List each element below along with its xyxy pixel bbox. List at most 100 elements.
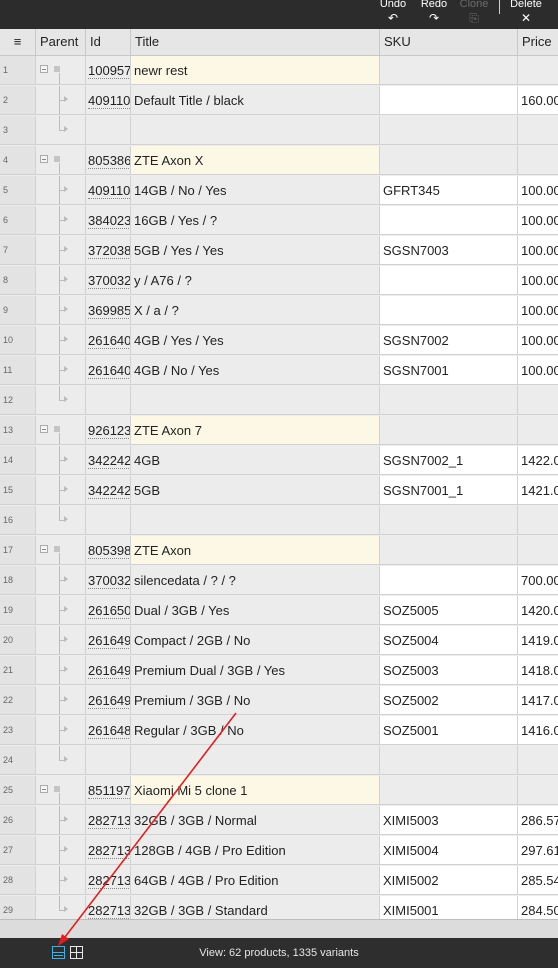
title-cell[interactable] <box>131 116 380 145</box>
id-cell[interactable]: 261640 <box>86 326 131 355</box>
parent-tree-cell[interactable] <box>36 746 86 775</box>
parent-tree-cell[interactable] <box>36 896 86 920</box>
parent-tree-cell[interactable] <box>36 296 86 325</box>
id-cell[interactable]: 805398 <box>86 536 131 565</box>
table-row[interactable]: 12 <box>0 386 558 416</box>
table-row[interactable]: 2 409110 Default Title / black 160.00 <box>0 86 558 116</box>
id-cell[interactable]: 370032 <box>86 566 131 595</box>
parent-tree-cell[interactable] <box>36 266 86 295</box>
title-cell[interactable]: ZTE Axon X <box>131 146 380 175</box>
table-row[interactable]: 14 3422424GBSGSN7002_11422.00 <box>0 446 558 476</box>
title-cell[interactable]: 32GB / 3GB / Standard <box>131 896 380 920</box>
column-header-price[interactable]: Price <box>518 29 558 55</box>
id-cell[interactable] <box>86 386 131 415</box>
parent-tree-cell[interactable] <box>36 386 86 415</box>
sku-cell[interactable] <box>380 386 518 415</box>
table-row[interactable]: 21 261649 Premium Dual / 3GB / Yes SOZ5003 1… <box>0 656 558 686</box>
parent-tree-cell[interactable] <box>36 656 86 685</box>
sku-cell[interactable]: SGSN7001 <box>380 356 518 385</box>
id-cell[interactable]: 261649 <box>86 626 131 655</box>
column-menu-icon[interactable]: ≡ <box>0 29 36 55</box>
table-row[interactable]: 10 261640 4GB / Yes / Yes SGSN7002 100.00 <box>0 326 558 356</box>
sku-cell[interactable]: SGSN7003 <box>380 236 518 265</box>
price-cell[interactable]: 100.00 <box>518 356 558 385</box>
price-cell[interactable]: 285.54 <box>518 866 558 895</box>
price-cell[interactable]: 284.50 <box>518 896 558 920</box>
price-cell[interactable]: 700.00 <box>518 566 558 595</box>
price-cell[interactable]: 1419.00 <box>518 626 558 655</box>
sku-cell[interactable]: XIMI5001 <box>380 896 518 920</box>
table-row[interactable]: 18 370032 silencedata / ? / ? 700.00 <box>0 566 558 596</box>
table-row[interactable]: 29 282713 32GB / 3GB / Standard XIMI5001 284… <box>0 896 558 920</box>
title-cell[interactable]: 4GB <box>131 446 380 475</box>
title-cell[interactable]: y / A76 / ? <box>131 266 380 295</box>
table-row[interactable]: 22 261649Premium / 3GB / NoSOZ50021417.00 <box>0 686 558 716</box>
undo-button[interactable]: Undo ↶ <box>376 0 410 29</box>
column-header-parent[interactable]: Parent <box>36 29 86 55</box>
table-row[interactable]: 19 261650Dual / 3GB / YesSOZ50051420.00 <box>0 596 558 626</box>
sku-cell[interactable]: XIMI5003 <box>380 806 518 835</box>
id-cell[interactable] <box>86 746 131 775</box>
sku-cell[interactable] <box>380 86 518 115</box>
id-cell[interactable]: 369985 <box>86 296 131 325</box>
clone-button[interactable]: Clone ⎘ <box>456 0 492 29</box>
price-cell[interactable] <box>518 386 558 415</box>
title-cell[interactable]: newr rest <box>131 56 380 85</box>
parent-tree-cell[interactable] <box>36 356 86 385</box>
table-row[interactable]: 26 282713 32GB / 3GB / Normal XIMI5003 286.5… <box>0 806 558 836</box>
id-cell[interactable]: 926123 <box>86 416 131 445</box>
title-cell[interactable]: ZTE Axon 7 <box>131 416 380 445</box>
title-cell[interactable]: Default Title / black <box>131 86 380 115</box>
price-cell[interactable]: 100.00 <box>518 236 558 265</box>
id-cell[interactable]: 342242 <box>86 476 131 505</box>
id-cell[interactable]: 261649 <box>86 686 131 715</box>
parent-tree-cell[interactable] <box>36 866 86 895</box>
parent-tree-cell[interactable] <box>36 566 86 595</box>
sku-cell[interactable]: SOZ5003 <box>380 656 518 685</box>
parent-tree-cell[interactable] <box>36 626 86 655</box>
sku-cell[interactable] <box>380 746 518 775</box>
price-cell[interactable]: 286.57 <box>518 806 558 835</box>
price-cell[interactable]: 1421.00 <box>518 476 558 505</box>
title-cell[interactable]: Dual / 3GB / Yes <box>131 596 380 625</box>
parent-tree-cell[interactable] <box>36 86 86 115</box>
id-cell[interactable]: 282713 <box>86 866 131 895</box>
id-cell[interactable]: 261640 <box>86 356 131 385</box>
table-row[interactable]: 28 282713 64GB / 4GB / Pro Edition XIMI5002… <box>0 866 558 896</box>
sku-cell[interactable] <box>380 206 518 235</box>
id-cell[interactable]: 100957 <box>86 56 131 85</box>
title-cell[interactable]: Premium / 3GB / No <box>131 686 380 715</box>
sku-cell[interactable] <box>380 56 518 85</box>
title-cell[interactable]: 5GB / Yes / Yes <box>131 236 380 265</box>
grid-view-icon[interactable] <box>70 946 83 959</box>
id-cell[interactable]: 805386 <box>86 146 131 175</box>
sku-cell[interactable] <box>380 536 518 565</box>
title-cell[interactable]: 4GB / No / Yes <box>131 356 380 385</box>
id-cell[interactable]: 370032 <box>86 266 131 295</box>
title-cell[interactable]: 5GB <box>131 476 380 505</box>
parent-tree-cell[interactable] <box>36 206 86 235</box>
title-cell[interactable]: 128GB / 4GB / Pro Edition <box>131 836 380 865</box>
sku-cell[interactable]: SOZ5005 <box>380 596 518 625</box>
parent-tree-cell[interactable] <box>36 716 86 745</box>
redo-button[interactable]: Redo ↷ <box>417 0 451 29</box>
sku-cell[interactable]: SOZ5002 <box>380 686 518 715</box>
id-cell[interactable]: 282713 <box>86 896 131 920</box>
title-cell[interactable] <box>131 746 380 775</box>
price-cell[interactable]: 1422.00 <box>518 446 558 475</box>
sku-cell[interactable] <box>380 506 518 535</box>
sku-cell[interactable] <box>380 776 518 805</box>
title-cell[interactable] <box>131 506 380 535</box>
table-row[interactable]: 4 805386 ZTE Axon X <box>0 146 558 176</box>
price-cell[interactable]: 1417.00 <box>518 686 558 715</box>
id-cell[interactable]: 384023 <box>86 206 131 235</box>
title-cell[interactable]: 64GB / 4GB / Pro Edition <box>131 866 380 895</box>
sku-cell[interactable]: SGSN7002_1 <box>380 446 518 475</box>
table-row[interactable]: 24 <box>0 746 558 776</box>
parent-tree-cell[interactable] <box>36 326 86 355</box>
table-row[interactable]: 25 851197 Xiaomi Mi 5 clone 1 <box>0 776 558 806</box>
price-cell[interactable] <box>518 506 558 535</box>
title-cell[interactable]: 16GB / Yes / ? <box>131 206 380 235</box>
collapse-toggle-icon[interactable] <box>40 65 48 73</box>
parent-tree-cell[interactable] <box>36 806 86 835</box>
